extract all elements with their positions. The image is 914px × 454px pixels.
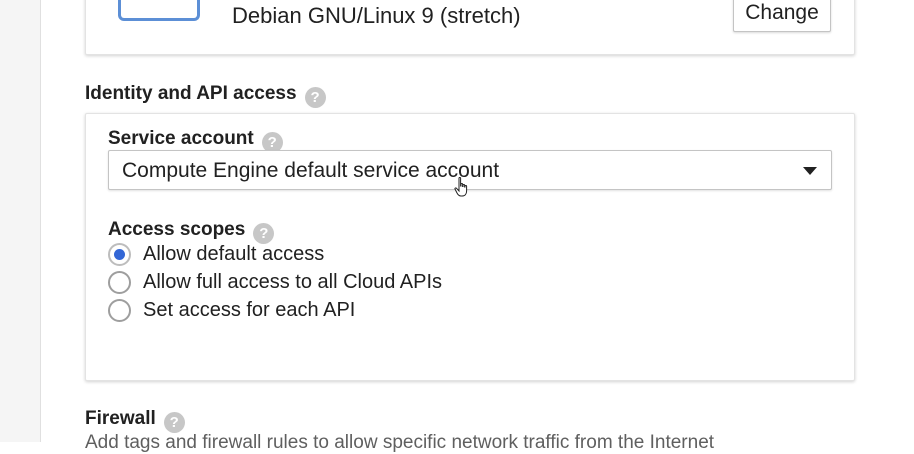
access-scopes-label-text: Access scopes: [108, 219, 246, 240]
scope-option-default[interactable]: Allow default access: [108, 241, 324, 267]
boot-disk-card: Debian GNU/Linux 9 (stretch) Change: [85, 0, 855, 55]
radio-unchecked-icon[interactable]: [108, 298, 131, 322]
identity-section-title: Identity and API access?: [85, 83, 326, 108]
scope-option-label: Set access for each API: [143, 298, 356, 321]
firewall-description: Add tags and firewall rules to allow spe…: [85, 432, 715, 453]
service-account-select[interactable]: Compute Engine default service account: [108, 150, 832, 190]
identity-card: Service account? Compute Engine default …: [85, 113, 855, 381]
scope-option-label: Allow default access: [143, 242, 325, 265]
scope-option-label: Allow full access to all Cloud APIs: [143, 270, 443, 293]
scope-option-full[interactable]: Allow full access to all Cloud APIs: [108, 269, 442, 295]
service-account-value: Compute Engine default service account: [122, 159, 500, 182]
left-gutter: [0, 0, 41, 442]
dropdown-arrow-icon: [803, 167, 817, 175]
radio-unchecked-icon[interactable]: [108, 270, 131, 294]
identity-section-label: Identity and API access: [85, 83, 297, 104]
radio-checked-icon[interactable]: [108, 242, 131, 266]
disk-image-icon: [118, 0, 200, 21]
change-boot-disk-button[interactable]: Change: [733, 0, 831, 32]
firewall-section-title: Firewall?: [85, 408, 185, 433]
help-icon[interactable]: ?: [163, 412, 185, 433]
hand-cursor-icon: [454, 177, 468, 197]
help-icon[interactable]: ?: [304, 87, 326, 108]
scope-option-each-api[interactable]: Set access for each API: [108, 297, 355, 323]
boot-disk-os-name: Debian GNU/Linux 9 (stretch): [232, 3, 521, 28]
service-account-label-text: Service account: [108, 128, 254, 149]
firewall-section-label: Firewall: [85, 408, 156, 429]
